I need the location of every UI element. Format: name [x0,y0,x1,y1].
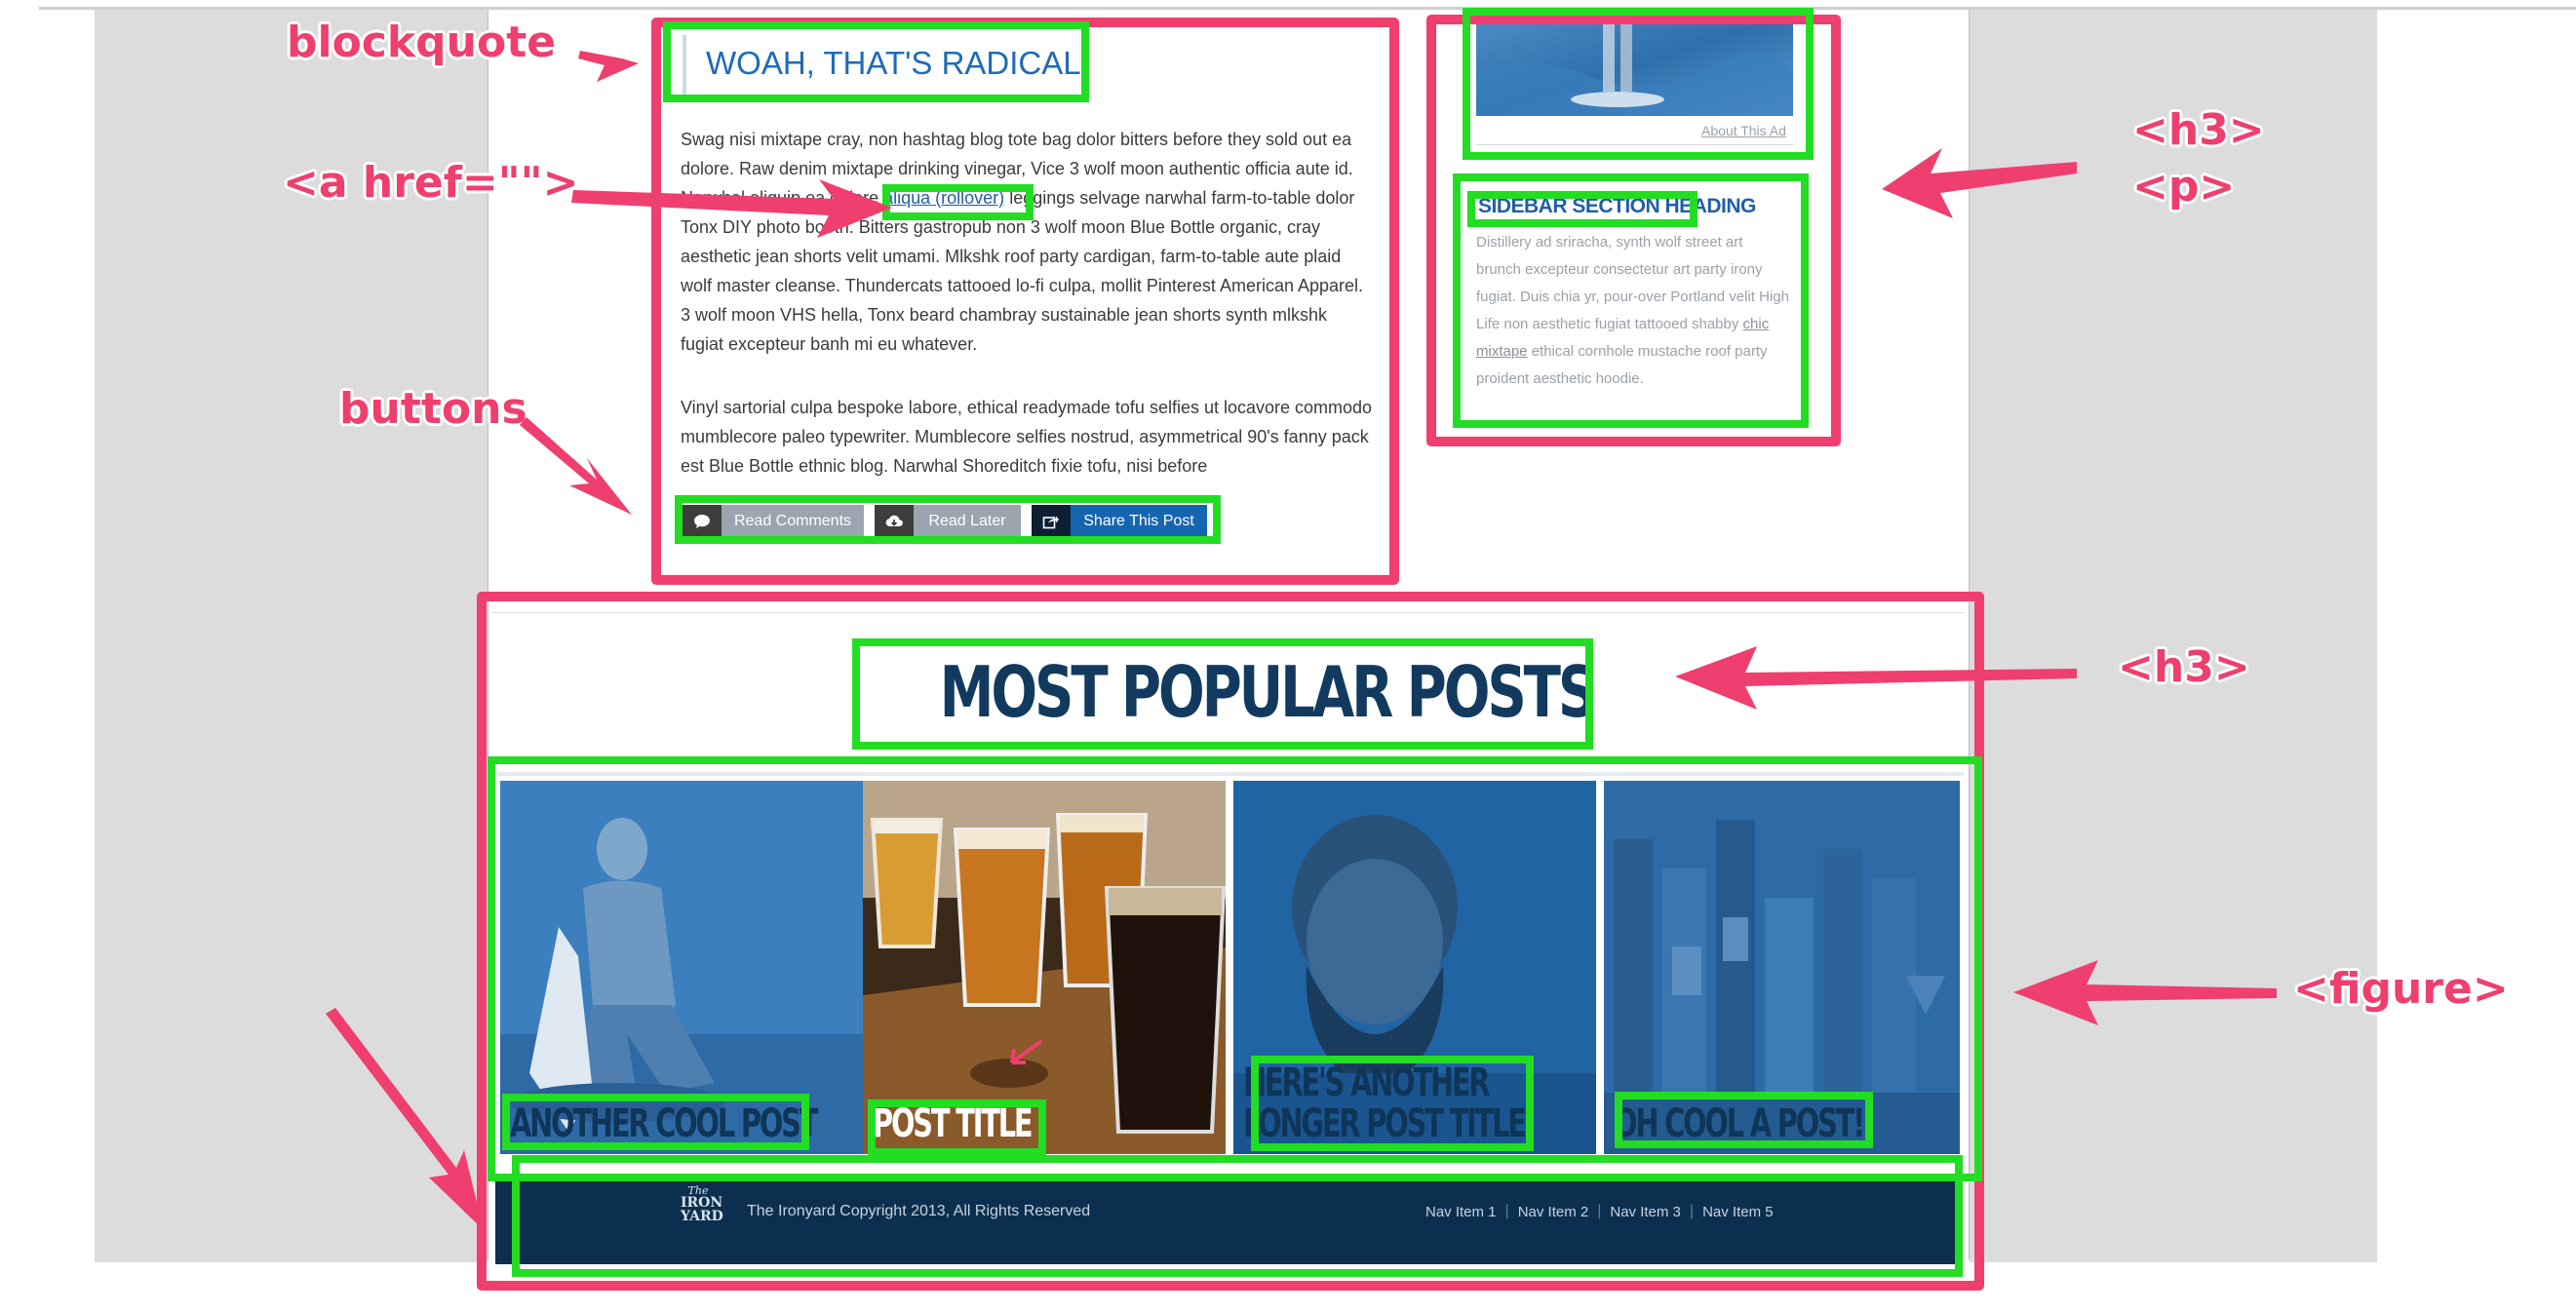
arrow-to-link [571,179,892,238]
arrow-to-sidebar [1882,148,2077,218]
arrow-to-figure [2013,960,2277,1025]
arrow-to-footer [326,1008,484,1230]
arrow-to-h3 [1675,646,2077,710]
annotation-arrows [326,51,2277,1230]
arrow-to-blockquote [578,51,639,82]
arrow-to-buttons [520,417,632,515]
